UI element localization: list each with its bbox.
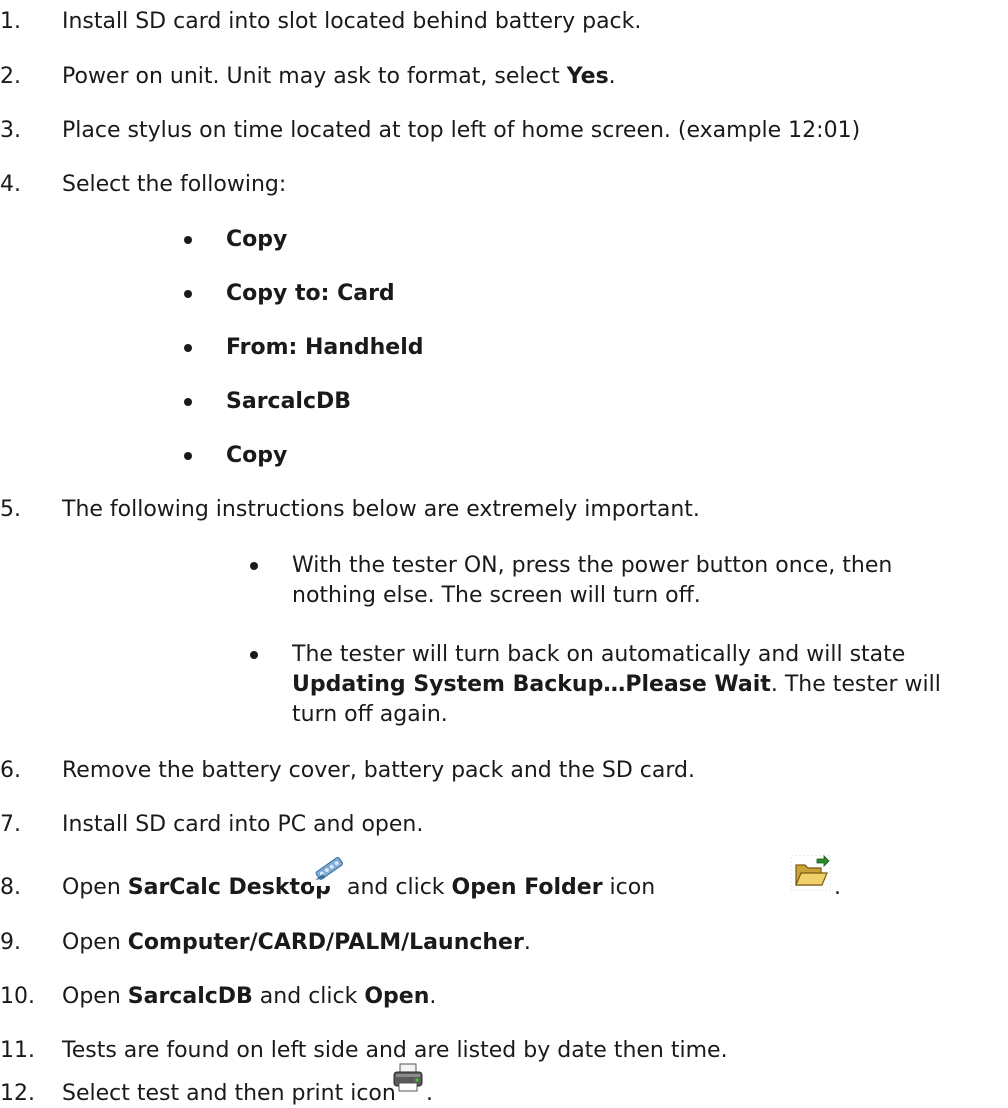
instructions-document: 1. Install SD card into slot located beh…: [0, 0, 1008, 1106]
step-text-part: Open: [62, 984, 128, 1009]
step-text: Install SD card into slot located behind…: [62, 9, 642, 34]
step-bold-text: Open: [364, 984, 430, 1009]
list-item: SarcalcDB: [226, 388, 351, 416]
step-number: 2.: [0, 64, 21, 89]
open-folder-icon: [791, 855, 831, 891]
list-item-line: nothing else. The screen will turn off.: [292, 583, 701, 608]
bullet-icon: [184, 398, 192, 406]
step-text-part: icon: [602, 875, 656, 900]
list-item: Copy: [226, 226, 287, 254]
step-text-part: Open: [62, 930, 128, 955]
step-text: Open Computer/CARD/PALM/Launcher.: [62, 929, 531, 957]
step-12-end: .: [426, 1081, 433, 1106]
step-bold-text: Yes: [566, 64, 609, 89]
list-item-text: Copy: [226, 227, 288, 252]
step-text: Place stylus on time located at top left…: [62, 118, 861, 143]
step-number: 9.: [0, 930, 21, 955]
list-item-line: Updating System Backup…Please Wait. The …: [292, 671, 941, 699]
step-text-part: .: [523, 930, 531, 955]
bullet-icon: [184, 290, 192, 298]
step-number: 12.: [0, 1081, 35, 1106]
step-text: Tests are found on left side and are lis…: [62, 1038, 728, 1063]
step-number: 1.: [0, 9, 21, 34]
sarcalc-desktop-icon: [311, 850, 347, 886]
step-bold-text: SarcalcDB: [127, 984, 253, 1009]
step-text: Select test and then print icon: [62, 1081, 396, 1106]
step-number: 4.: [0, 172, 21, 197]
step-bold-text: Open Folder: [451, 875, 603, 900]
step-text: Install SD card into PC and open.: [62, 812, 424, 837]
step-number: 3.: [0, 118, 21, 143]
list-item-text: From: Handheld: [226, 335, 424, 360]
step-text-part: and click: [252, 984, 365, 1009]
list-item-line: The tester will turn back on automatical…: [292, 642, 906, 667]
step-text-part: Open: [62, 875, 128, 900]
step-text: Select the following:: [62, 172, 287, 197]
step-text: Open SarcalcDB and click Open.: [62, 983, 436, 1011]
step-bold-text: Computer/CARD/PALM/Launcher: [127, 930, 524, 955]
list-item: Copy: [226, 442, 287, 470]
step-bold-text: SarCalc Desktop: [127, 875, 331, 900]
step-text: The following instructions below are ext…: [62, 497, 700, 522]
step-text-part: .: [608, 64, 616, 89]
list-item-text: . The tester will: [770, 672, 941, 697]
list-item-line: With the tester ON, press the power butt…: [292, 553, 893, 578]
step-text: Power on unit. Unit may ask to format, s…: [62, 63, 616, 91]
list-item-text: SarcalcDB: [226, 389, 352, 414]
list-item-text: Copy to: Card: [226, 281, 395, 306]
step-text-part: Power on unit. Unit may ask to format, s…: [62, 64, 567, 89]
step-number: 5.: [0, 497, 21, 522]
step-text-part: .: [429, 984, 437, 1009]
list-item-bold-text: Updating System Backup…Please Wait: [292, 672, 771, 697]
step-text: Open SarCalc Desktop: [62, 874, 331, 902]
step-text-part: and click: [347, 875, 452, 900]
bullet-icon: [250, 562, 258, 570]
step-number: 6.: [0, 758, 21, 783]
bullet-icon: [184, 236, 192, 244]
step-number: 7.: [0, 812, 21, 837]
bullet-icon: [184, 344, 192, 352]
bullet-icon: [184, 452, 192, 460]
bullet-icon: [250, 651, 258, 659]
step-number: 10.: [0, 984, 35, 1009]
list-item: Copy to: Card: [226, 280, 395, 308]
step-8-end: .: [834, 875, 841, 900]
list-item-text: Copy: [226, 443, 288, 468]
list-item: From: Handheld: [226, 334, 424, 362]
list-item-line: turn off again.: [292, 702, 448, 727]
printer-icon: [393, 1063, 423, 1092]
step-8-continued: and click Open Folder icon: [347, 874, 655, 902]
step-number: 8.: [0, 875, 21, 900]
step-number: 11.: [0, 1038, 35, 1063]
step-text: Remove the battery cover, battery pack a…: [62, 758, 695, 783]
